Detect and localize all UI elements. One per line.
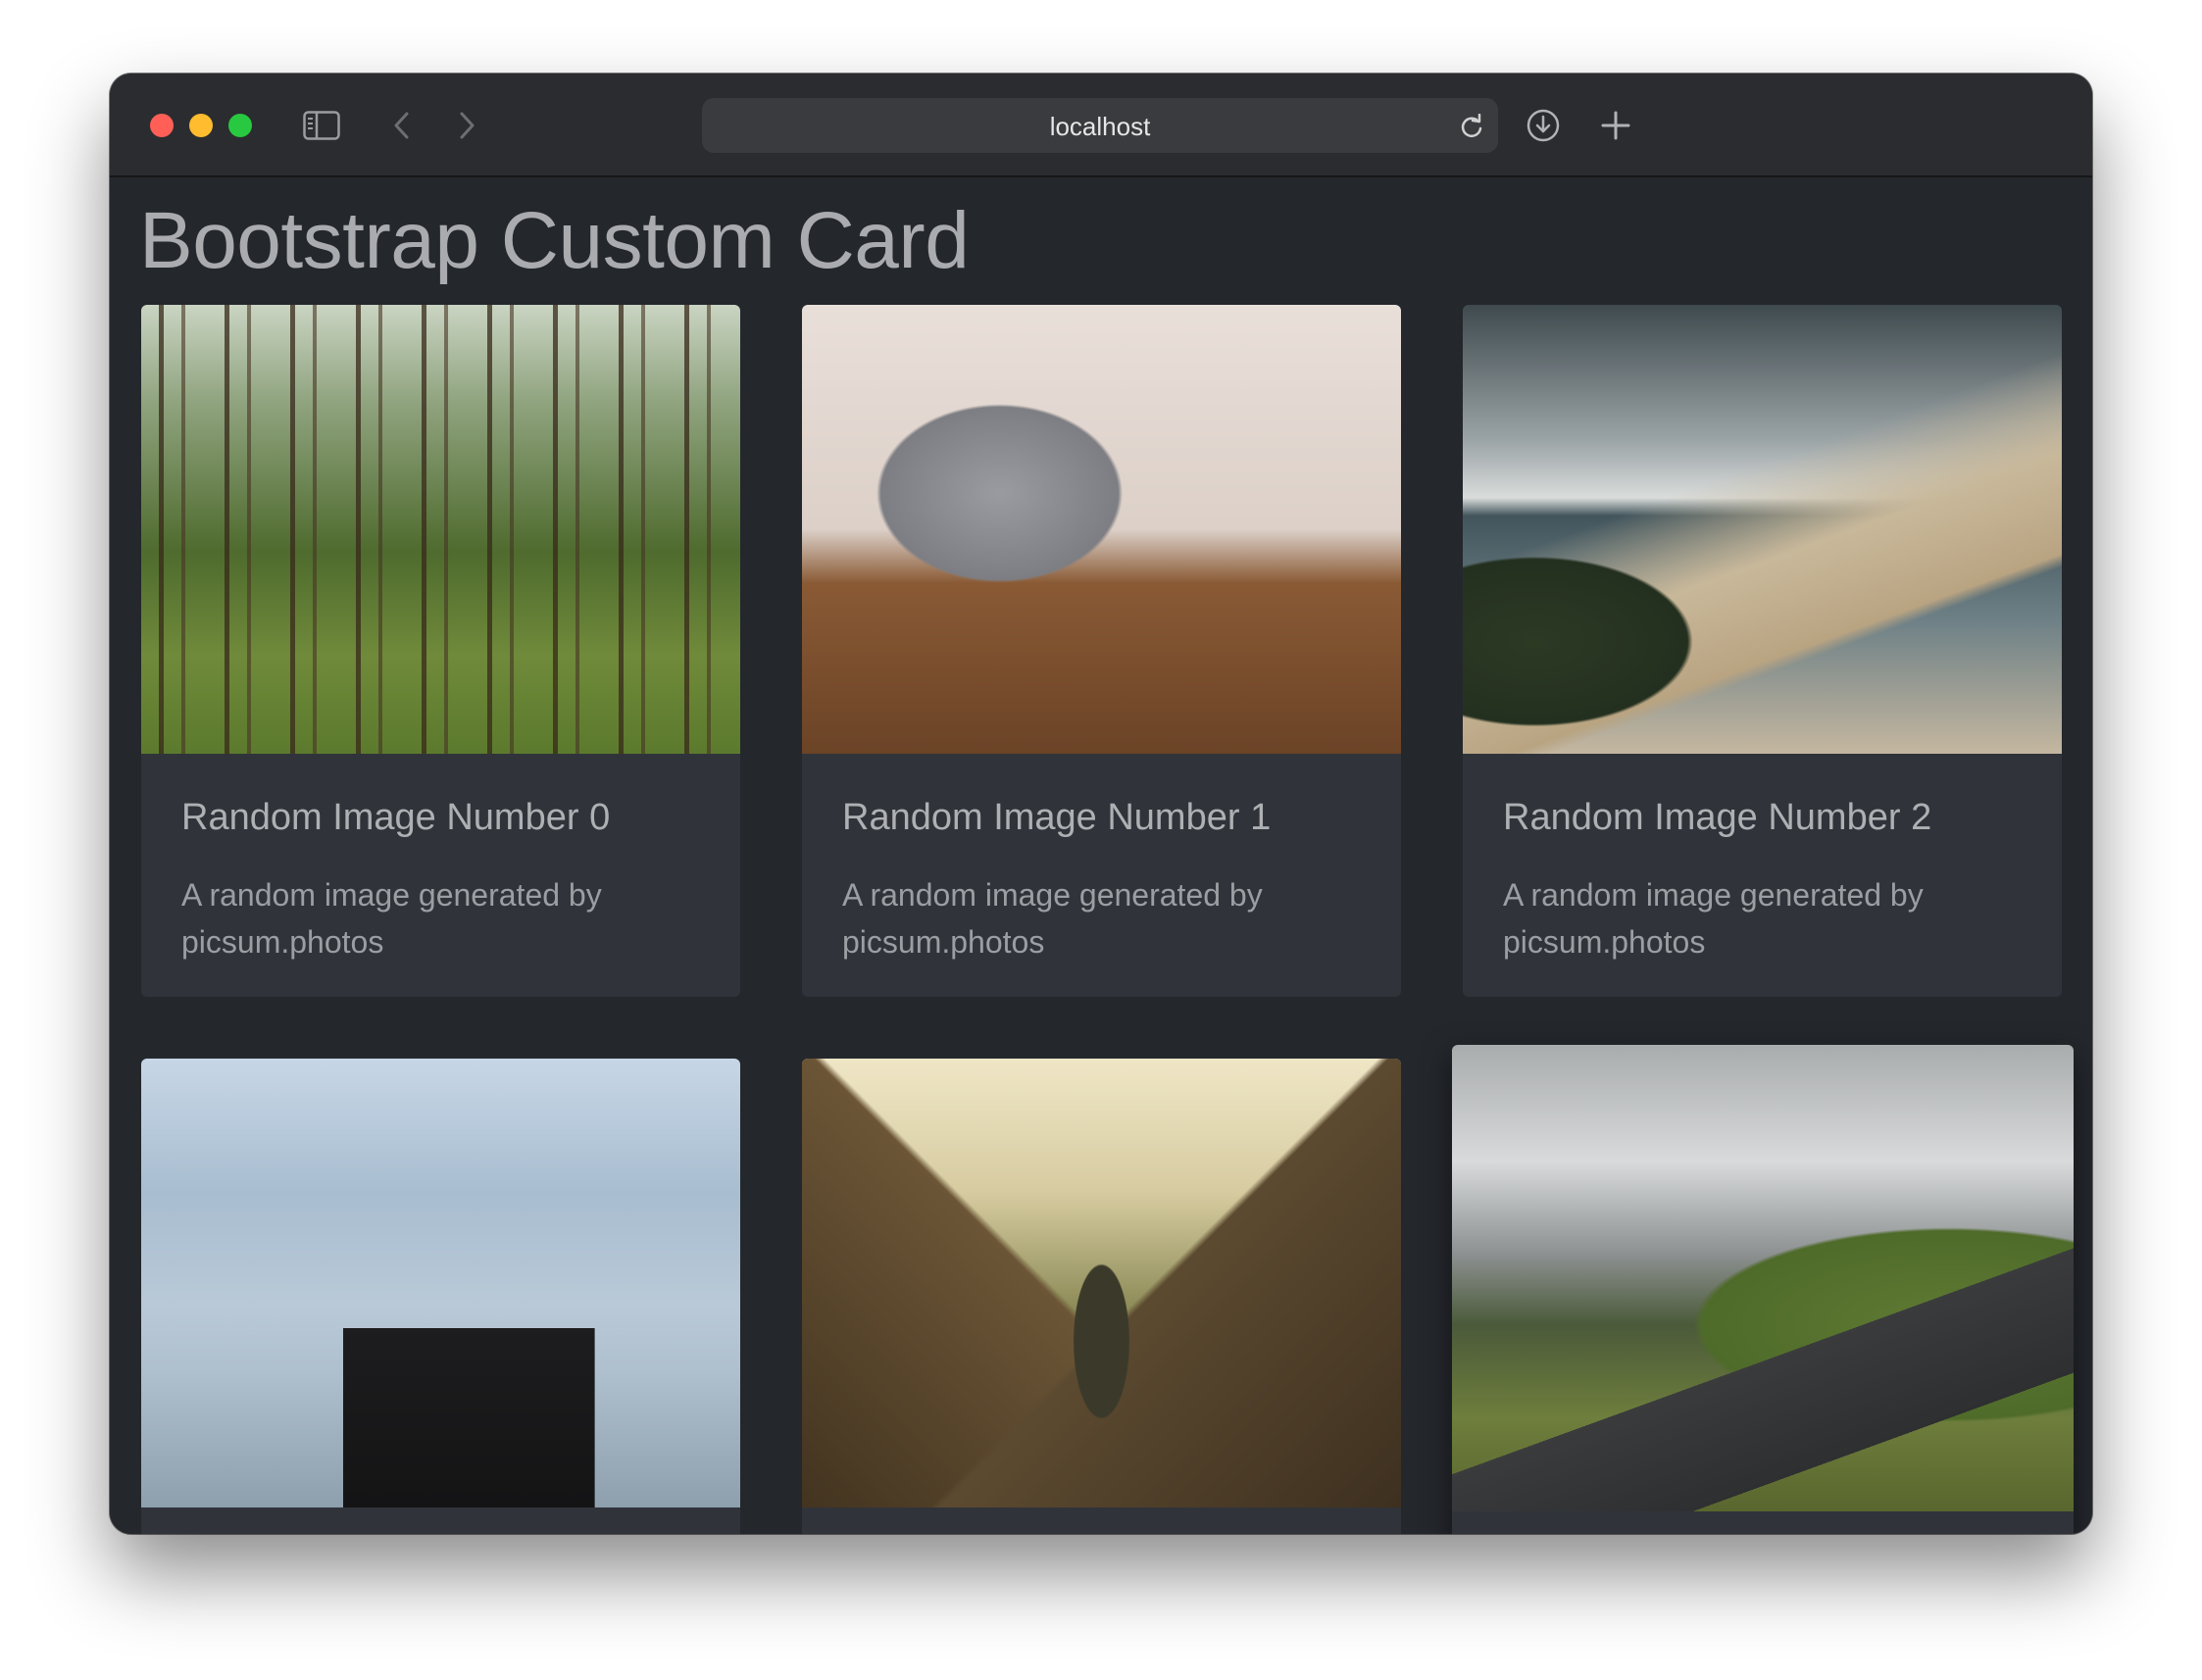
card-title: Random Image Number 2 (1503, 797, 1932, 838)
card-text: A random image generated by picsum.photo… (842, 877, 1263, 960)
image-card (802, 1059, 1401, 1534)
card-text: A random image generated by picsum.photo… (181, 877, 602, 960)
image-card-hovered (1452, 1045, 2074, 1534)
image-card (141, 1059, 740, 1534)
image-card: Random Image Number 0 A random image gen… (141, 305, 740, 997)
image-card: Random Image Number 2 A random image gen… (1463, 305, 2062, 997)
sidebar-icon[interactable] (302, 109, 341, 142)
forward-chevron-icon[interactable] (453, 109, 482, 142)
maximize-window-button[interactable] (228, 114, 252, 137)
card-image-coast (1463, 305, 2062, 754)
card-image-forest (141, 305, 740, 754)
card-image-lake-pier (141, 1059, 740, 1507)
download-icon[interactable] (1524, 106, 1563, 145)
close-window-button[interactable] (150, 114, 174, 137)
browser-window: localhost Bootstrap Custom Card Random I… (110, 74, 2092, 1534)
card-title: Random Image Number 0 (181, 797, 611, 838)
card-image-mountain-hiker (802, 1059, 1401, 1507)
page-content: Bootstrap Custom Card Random Image Numbe… (110, 177, 2092, 1534)
card-image-mountain-road (1452, 1045, 2074, 1511)
image-card: Random Image Number 1 A random image gen… (802, 305, 1401, 997)
browser-toolbar: localhost (110, 74, 2092, 177)
back-chevron-icon[interactable] (386, 109, 416, 142)
card-title: Random Image Number 1 (842, 797, 1272, 838)
address-bar[interactable]: localhost (702, 98, 1498, 153)
address-bar-url: localhost (1049, 112, 1151, 141)
card-text: A random image generated by picsum.photo… (1503, 877, 1924, 960)
page-title: Bootstrap Custom Card (139, 196, 970, 285)
minimize-window-button[interactable] (189, 114, 213, 137)
card-image-laptop (802, 305, 1401, 754)
new-tab-plus-icon[interactable] (1596, 106, 1635, 145)
reload-icon[interactable] (1457, 112, 1486, 141)
